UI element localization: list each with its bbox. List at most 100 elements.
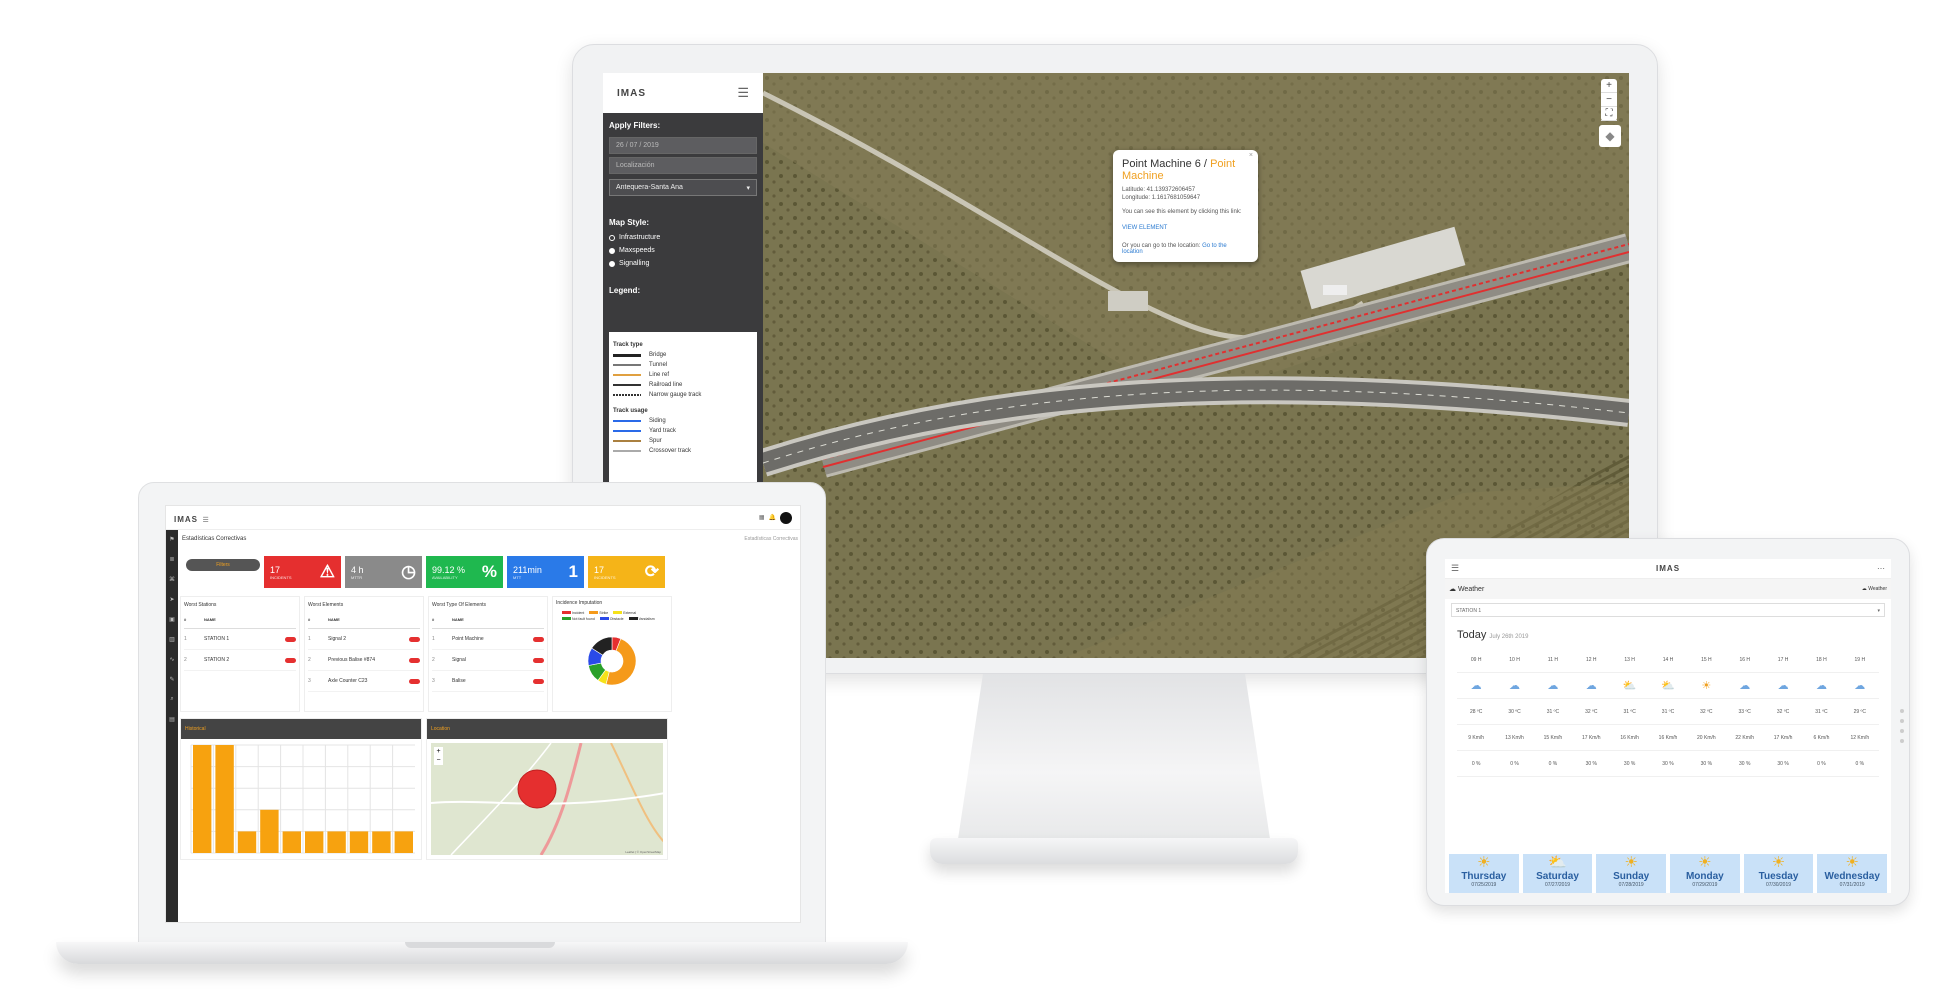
table-row[interactable]: 1 Point Machine: [432, 629, 544, 650]
bell-icon[interactable]: 🔔: [769, 514, 776, 521]
station-select[interactable]: STATION 1 ▾: [1451, 603, 1885, 617]
kpi-card: 17 INCIDENTS ⚠: [264, 556, 341, 588]
cloud-icon: ☁: [1449, 586, 1456, 593]
legend-swatch: [628, 617, 638, 620]
wind-speed: 6 Km/h: [1802, 725, 1841, 751]
zoom-out-button[interactable]: −: [1601, 93, 1617, 107]
map-style-infrastructure[interactable]: Infrastructure: [603, 231, 763, 244]
zoom-control: + − ⛶: [1601, 79, 1617, 121]
calendar-icon[interactable]: ▣: [166, 616, 178, 636]
legend-label: Obstacle: [609, 617, 624, 621]
bar[interactable]: [237, 831, 257, 853]
tablet-screen: ☰ IMAS ⋯ ☁ Weather ☁ Weather STATION 1 ▾ …: [1445, 559, 1891, 893]
zoom-in-button[interactable]: +: [434, 747, 443, 756]
location-map[interactable]: + − Leaflet | © OpenStreetMap: [431, 743, 663, 855]
rain-chance: 0 %: [1495, 751, 1534, 777]
pulse-icon[interactable]: ∿: [166, 656, 178, 676]
table-row[interactable]: 3 Axle Counter C23: [308, 671, 420, 692]
kpi-label: MTT: [513, 574, 522, 580]
search-icon[interactable]: ⌕: [166, 696, 178, 716]
legend-item: Siding: [613, 416, 753, 426]
location-field[interactable]: Localización: [609, 157, 757, 174]
rain-chance: 0 %: [1840, 751, 1879, 777]
list-icon[interactable]: ≣: [166, 556, 178, 576]
day-card[interactable]: ☀ Thursday 07/25/2019: [1449, 854, 1519, 893]
incidence-donut-chart: [587, 636, 637, 686]
row-index: 1: [184, 636, 187, 642]
bar[interactable]: [327, 831, 346, 853]
hamburger-menu-icon[interactable]: ☰: [202, 517, 208, 524]
legend-item: Narrow gauge track: [613, 390, 753, 400]
kpi-row: Filters 17 INCIDENTS ⚠ 4 h MTTR ◷ 99.12 % AVAIL…: [180, 556, 800, 588]
view-element-link[interactable]: VIEW ELEMENT: [1122, 225, 1249, 231]
day-card[interactable]: ☀ Tuesday 07/30/2019: [1743, 854, 1814, 893]
kpi-value: 211min: [513, 564, 542, 575]
bar[interactable]: [282, 831, 301, 853]
date-field[interactable]: 26 / 07 / 2019: [609, 137, 757, 154]
hour-label: 12 H: [1572, 647, 1611, 673]
close-icon[interactable]: ×: [1249, 152, 1253, 159]
bar[interactable]: [215, 745, 234, 853]
count-badge: [409, 636, 420, 642]
bar[interactable]: [349, 831, 369, 853]
zoom-out-button[interactable]: −: [434, 756, 443, 765]
fullscreen-icon[interactable]: ⛶: [1601, 107, 1617, 121]
map-style-maxspeeds[interactable]: Maxspeeds: [603, 244, 763, 257]
temperature: 33 ºC: [1725, 699, 1764, 725]
bar[interactable]: [305, 831, 324, 853]
legend-swatch: [562, 611, 571, 614]
legend-item: Vandalism: [628, 617, 655, 621]
hamburger-menu-icon[interactable]: ☰: [737, 85, 749, 101]
incidence-legend: Incident Strike External Not fault found Obs…: [562, 611, 668, 621]
avatar[interactable]: [780, 511, 792, 524]
table-row[interactable]: 1 STATION 1: [184, 629, 296, 650]
line-select[interactable]: Antequera-Santa Ana ▾: [609, 179, 757, 196]
kpi-icon: ⟳: [644, 562, 659, 581]
filters-button[interactable]: Filters: [186, 559, 260, 571]
line-select-value: Antequera-Santa Ana: [616, 184, 683, 191]
flag-icon[interactable]: ⚑: [166, 536, 178, 556]
wind-speed: 15 Km/h: [1533, 725, 1573, 751]
day-card[interactable]: ☀ Monday 07/29/2019: [1670, 854, 1740, 893]
table-icon[interactable]: ▤: [166, 716, 178, 736]
wrench-icon[interactable]: ✎: [166, 676, 178, 696]
bar[interactable]: [372, 831, 391, 853]
day-card[interactable]: ⛅ Saturday 07/27/2019: [1522, 854, 1593, 893]
day-date: 07/29/2019: [1692, 882, 1718, 888]
bar[interactable]: [394, 831, 413, 853]
column-header: NAME: [328, 617, 340, 622]
row-name: Previous Balise #874: [328, 657, 375, 663]
bar[interactable]: [260, 809, 279, 853]
table-row[interactable]: 3 Balise: [432, 671, 544, 692]
today-label: Today: [1457, 629, 1487, 641]
hour-label: 13 H: [1610, 647, 1649, 673]
bar[interactable]: [193, 745, 212, 853]
tree-icon[interactable]: ⌘: [166, 576, 178, 596]
table-row[interactable]: 2 Previous Balise #874: [308, 650, 420, 671]
panel-title: Worst Stations: [184, 602, 217, 608]
map-style-signalling[interactable]: Signalling: [603, 257, 763, 270]
wind-speed: 12 Km/h: [1840, 725, 1879, 751]
send-icon[interactable]: ➤: [166, 596, 178, 616]
sun-icon: ☀: [1845, 854, 1859, 871]
day-name: Saturday: [1536, 871, 1579, 882]
legend-item: Spur: [613, 436, 753, 446]
more-icon[interactable]: ⋯: [1877, 564, 1885, 573]
table-row[interactable]: 1 Signal 2: [308, 629, 420, 650]
zoom-in-button[interactable]: +: [1601, 79, 1617, 93]
worst-panels: Worst Stations # NAME 1 STATION 1 2 STATION 2W…: [180, 596, 800, 712]
day-card[interactable]: ☀ Sunday 07/28/2019: [1596, 854, 1667, 893]
day-name: Thursday: [1461, 871, 1507, 882]
row-index: 3: [308, 678, 311, 684]
kpi-label: INCIDENTS: [270, 574, 292, 580]
hamburger-menu-icon[interactable]: ☰: [1451, 563, 1459, 574]
day-card[interactable]: ☀ Wednesday 07/31/2019: [1817, 854, 1888, 893]
layers-icon[interactable]: ◆: [1599, 125, 1621, 147]
grid-icon[interactable]: ▦: [759, 514, 765, 521]
laptop-topbar: IMAS ☰ ▦ 🔔: [166, 506, 800, 530]
table-row[interactable]: 2 STATION 2: [184, 650, 296, 671]
chart-icon[interactable]: ▥: [166, 636, 178, 656]
count-badge: [285, 636, 296, 642]
row-name: Axle Counter C23: [328, 678, 368, 684]
table-row[interactable]: 2 Signal: [432, 650, 544, 671]
